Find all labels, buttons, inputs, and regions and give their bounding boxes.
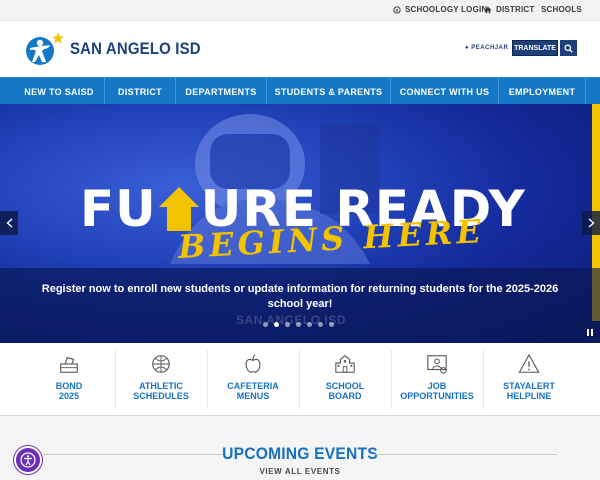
quick-link-label: CAFETERIA MENUS [227,381,279,401]
label-line-1: BOND [55,381,83,391]
saisd-logo-icon[interactable] [24,30,66,68]
chevron-left-icon [5,218,12,228]
hero-headline-left: FU [80,180,157,238]
schoology-login-label: SCHOOLOGY LOGIN [405,5,488,14]
slider-next-button[interactable] [582,211,600,235]
quick-link-label: ATHLETIC SCHEDULES [133,381,189,401]
quick-link-cafeteria-menus[interactable]: CAFETERIA MENUS [207,350,299,409]
pause-icon-bar-left [587,328,589,336]
view-all-events-link[interactable]: VIEW ALL EVENTS [0,467,600,476]
quick-link-label: BOND 2025 [56,381,83,401]
label-line-2: SCHEDULES [133,391,189,401]
label-line-1: CAFETERIA [227,381,279,391]
slider-dot[interactable] [318,322,323,327]
quick-link-label: JOB OPPORTUNITIES [400,381,474,401]
site-brand-name[interactable]: SAN ANGELO ISD [70,39,201,59]
school-building-icon [335,355,355,373]
district-link[interactable]: DISTRICT [484,5,535,14]
pause-icon-bar-right [591,328,593,336]
job-person-icon [427,355,447,374]
label-line-1: ATHLETIC [139,381,183,391]
chevron-right-icon [588,218,595,228]
divider [374,454,557,455]
slider-dot[interactable] [307,322,312,327]
hero-caption-text[interactable]: Register now to enroll new students or u… [30,282,570,312]
schoology-login-link[interactable]: S SCHOOLOGY LOGIN [393,5,487,14]
label-line-2: BOARD [328,391,362,401]
main-navigation: NEW TO SAISD DISTRICT DEPARTMENTS STUDEN… [0,77,600,105]
district-label: DISTRICT [496,5,535,14]
nav-item-new-to-saisd[interactable]: NEW TO SAISD [14,78,105,105]
peachjar-icon: ● [465,45,470,51]
accessibility-icon [20,452,36,468]
upcoming-events-section: UPCOMING EVENTS VIEW ALL EVENTS [0,416,600,480]
schools-link[interactable]: SCHOOLS [541,5,582,14]
label-line-2: MENUS [236,391,270,401]
search-button[interactable] [560,40,577,56]
label-line-1: STAYALERT [503,381,555,391]
label-line-1: SCHOOL [325,381,365,391]
peachjar-link[interactable]: ● PEACHJAR [465,45,508,51]
hero-slider[interactable]: FU URE READY BEGINS HERE Register now to… [0,104,600,343]
utility-bar: S SCHOOLOGY LOGIN DISTRICT SCHOOLS [0,0,600,21]
slider-dots [263,322,334,327]
slider-dot[interactable] [329,322,334,327]
nav-item-students-parents[interactable]: STUDENTS & PARENTS [267,78,391,105]
nav-item-district[interactable]: DISTRICT [105,78,176,105]
nav-item-connect-with-us[interactable]: CONNECT WITH US [391,78,499,105]
quick-link-athletic-schedules[interactable]: ATHLETIC SCHEDULES [115,350,207,409]
quick-link-label: STAYALERT HELPLINE [503,381,555,401]
slider-dot[interactable] [274,322,279,327]
site-header: SAN ANGELO ISD ● PEACHJAR TRANSLATE [0,21,600,77]
up-arrow-icon [158,187,199,231]
nav-item-departments[interactable]: DEPARTMENTS [176,78,267,105]
label-line-2: 2025 [58,391,80,401]
slider-dot[interactable] [263,322,268,327]
schools-label: SCHOOLS [541,5,582,14]
slider-dot[interactable] [296,322,301,327]
label-line-2: HELPLINE [506,391,552,401]
ballot-icon [60,356,78,373]
slider-dot[interactable] [285,322,290,327]
search-icon [564,43,573,53]
accessibility-button[interactable] [14,446,42,474]
label-line-2: OPPORTUNITIES [400,391,474,401]
quick-link-bond-2025[interactable]: BOND 2025 [23,350,115,409]
label-line-1: JOB [427,381,447,391]
quick-link-job-opportunities[interactable]: JOB OPPORTUNITIES [391,350,483,409]
quick-link-label: SCHOOL BOARD [326,381,365,401]
sports-balls-icon [152,355,170,373]
peachjar-label: PEACHJAR [471,45,509,51]
quick-link-stayalert-helpline[interactable]: STAYALERT HELPLINE [483,350,575,409]
nav-item-employment[interactable]: EMPLOYMENT [499,78,586,105]
translate-button[interactable]: TRANSLATE [512,40,558,56]
slider-prev-button[interactable] [0,211,18,235]
apple-icon [245,354,261,373]
slider-pause-button[interactable] [580,321,600,343]
warning-icon [518,353,540,373]
schoology-icon: S [393,5,401,13]
quick-links-bar: BOND 2025 ATHLETIC SCHEDULES CAFETERIA M… [0,343,600,416]
quick-link-school-board[interactable]: SCHOOL BOARD [299,350,391,409]
home-icon [484,6,492,13]
